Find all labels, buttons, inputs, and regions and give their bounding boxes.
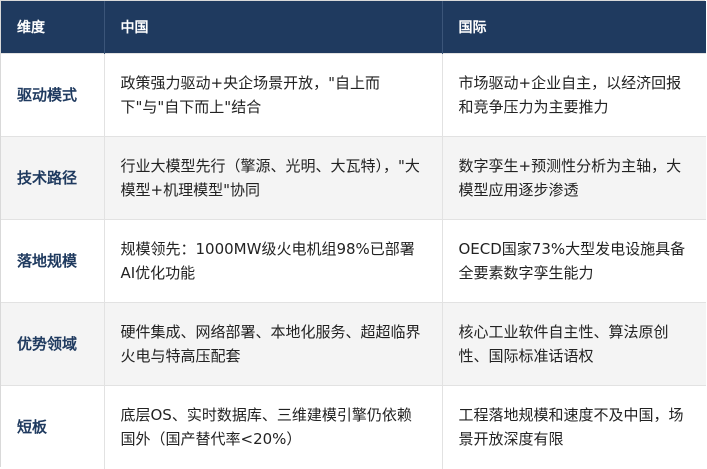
row-international: 工程落地规模和速度不及中国，场景开放深度有限 (442, 385, 706, 469)
row-dimension: 驱动模式 (1, 53, 105, 137)
row-china: 规模领先：1000MW级火电机组98%已部署AI优化功能 (104, 219, 443, 303)
row-international: 数字孪生+预测性分析为主轴，大模型应用逐步渗透 (442, 136, 706, 220)
row-china: 底层OS、实时数据库、三维建模引擎仍依赖国外（国产替代率<20%） (104, 385, 443, 469)
table-row: 落地规模 规模领先：1000MW级火电机组98%已部署AI优化功能 OECD国家… (1, 219, 706, 303)
row-international: 核心工业软件自主性、算法原创性、国际标准话语权 (442, 302, 706, 386)
row-dimension: 技术路径 (1, 136, 105, 220)
table-header-row: 维度 中国 国际 (1, 1, 706, 54)
row-china: 政策强力驱动+央企场景开放，"自上而下"与"自下而上"结合 (104, 53, 443, 137)
row-dimension: 短板 (1, 385, 105, 469)
header-china: 中国 (104, 1, 443, 54)
table-row: 技术路径 行业大模型先行（擎源、光明、大瓦特），"大模型+机理模型"协同 数字孪… (1, 136, 706, 220)
row-dimension: 落地规模 (1, 219, 105, 303)
row-international: 市场驱动+企业自主，以经济回报和竞争压力为主要推力 (442, 53, 706, 137)
comparison-table: 维度 中国 国际 驱动模式 政策强力驱动+央企场景开放，"自上而下"与"自下而上… (1, 1, 706, 469)
row-international: OECD国家73%大型发电设施具备全要素数字孪生能力 (442, 219, 706, 303)
table-row: 驱动模式 政策强力驱动+央企场景开放，"自上而下"与"自下而上"结合 市场驱动+… (1, 53, 706, 137)
row-china: 行业大模型先行（擎源、光明、大瓦特），"大模型+机理模型"协同 (104, 136, 443, 220)
row-dimension: 优势领域 (1, 302, 105, 386)
header-international: 国际 (442, 1, 706, 54)
row-china: 硬件集成、网络部署、本地化服务、超超临界火电与特高压配套 (104, 302, 443, 386)
table-row: 优势领域 硬件集成、网络部署、本地化服务、超超临界火电与特高压配套 核心工业软件… (1, 302, 706, 386)
comparison-table-container: 维度 中国 国际 驱动模式 政策强力驱动+央企场景开放，"自上而下"与"自下而上… (0, 0, 706, 469)
table-row: 短板 底层OS、实时数据库、三维建模引擎仍依赖国外（国产替代率<20%） 工程落… (1, 385, 706, 469)
header-dimension: 维度 (1, 1, 105, 54)
